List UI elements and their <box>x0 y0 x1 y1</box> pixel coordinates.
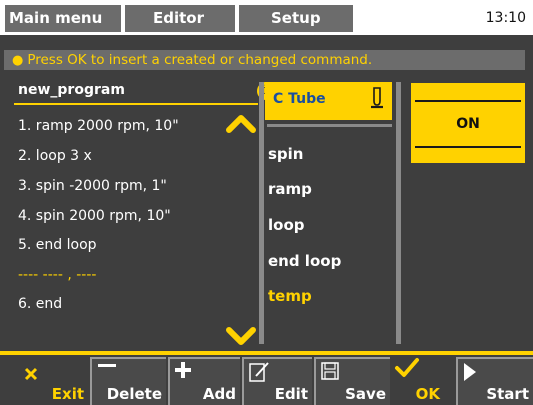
save-label: Save <box>345 385 386 403</box>
check-icon <box>395 358 419 377</box>
command-item-temp[interactable]: temp <box>268 287 312 305</box>
scroll-up-icon[interactable] <box>225 110 257 134</box>
column-divider <box>259 82 264 344</box>
plus-icon <box>175 362 191 378</box>
program-step[interactable]: 2. loop 3 x <box>18 148 92 164</box>
edit-icon <box>249 362 269 382</box>
close-icon <box>24 367 38 381</box>
save-button[interactable]: Save <box>314 357 390 405</box>
program-step[interactable]: 1. ramp 2000 rpm, 10" <box>18 118 179 134</box>
add-button[interactable]: Add <box>168 357 240 405</box>
edit-button[interactable]: Edit <box>242 357 312 405</box>
toolbar-separator <box>0 351 533 355</box>
edit-label: Edit <box>274 385 308 403</box>
tube-icon <box>371 87 383 109</box>
column-divider <box>396 82 401 344</box>
exit-button[interactable]: Exit <box>14 357 88 405</box>
on-box-line-bottom <box>415 146 521 148</box>
ok-label: OK <box>415 385 440 403</box>
start-label: Start <box>486 385 529 403</box>
command-separator <box>267 124 392 127</box>
on-status-label: ON <box>456 116 480 132</box>
program-step[interactable]: 5. end loop <box>18 237 97 253</box>
play-icon <box>464 363 476 381</box>
command-item-loop[interactable]: loop <box>268 216 305 234</box>
save-icon <box>321 362 339 380</box>
clock: 13:10 <box>485 10 526 26</box>
info-message: Press OK to insert a created or changed … <box>27 52 373 68</box>
tab-setup[interactable]: Setup <box>239 5 353 32</box>
program-title-underline <box>14 103 258 105</box>
tab-editor[interactable]: Editor <box>125 5 235 32</box>
start-button[interactable]: Start <box>456 357 533 405</box>
program-step[interactable]: 3. spin -2000 rpm, 1" <box>18 178 167 194</box>
ok-button[interactable]: OK <box>392 357 454 405</box>
command-item-end-loop[interactable]: end loop <box>268 252 341 270</box>
bullet-icon: ● <box>12 53 24 68</box>
minus-icon <box>98 364 116 367</box>
tab-main-menu[interactable]: Main menu <box>5 5 121 32</box>
program-step[interactable]: 6. end <box>18 296 62 312</box>
insert-placeholder[interactable]: ---- ---- , ---- <box>18 267 96 283</box>
delete-button[interactable]: Delete <box>90 357 166 405</box>
command-item-spin[interactable]: spin <box>268 145 304 163</box>
scroll-down-icon[interactable] <box>225 324 257 348</box>
program-title: new_program <box>18 82 125 98</box>
on-box-line-top <box>415 100 521 102</box>
delete-label: Delete <box>106 385 162 403</box>
exit-label: Exit <box>51 385 84 403</box>
add-label: Add <box>202 385 236 403</box>
info-bar: ● Press OK to insert a created or changed… <box>4 50 525 70</box>
command-item-ramp[interactable]: ramp <box>268 180 312 198</box>
selected-command-label: C Tube <box>273 91 326 107</box>
program-step[interactable]: 4. spin 2000 rpm, 10" <box>18 208 171 224</box>
